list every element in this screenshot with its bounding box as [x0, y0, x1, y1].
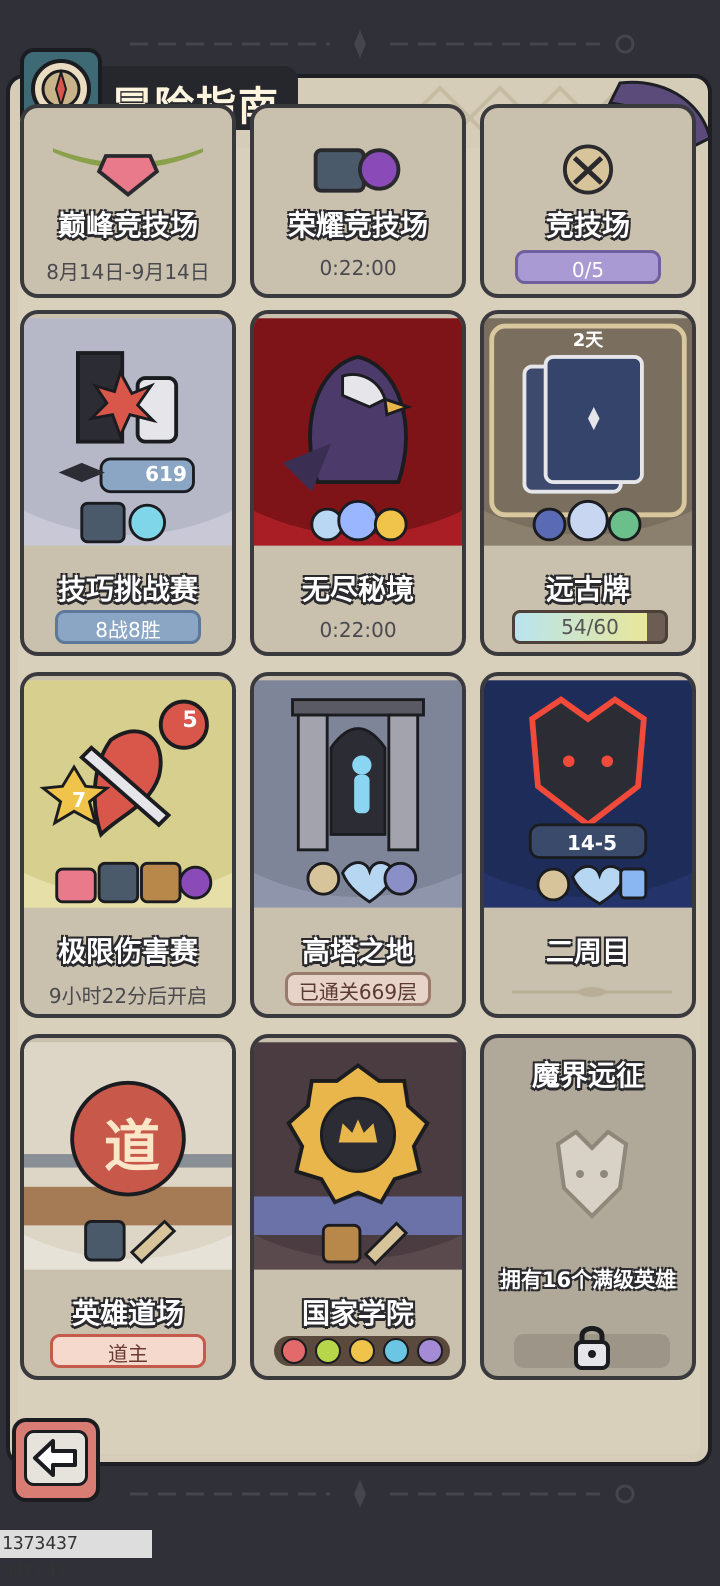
- card-title: 无尽秘境: [301, 573, 414, 606]
- card-progress-bar: 54/60: [512, 610, 668, 644]
- card-title: 技巧挑战赛: [57, 573, 198, 606]
- peak-arena-art: [24, 109, 232, 203]
- unlock-requirement: 拥有16个满级英雄: [499, 1268, 677, 1292]
- card-title: 远古牌: [545, 573, 630, 606]
- card-title: 二周目: [545, 935, 630, 968]
- glory-arena-art: [254, 109, 462, 203]
- academy-orbs: [272, 1334, 452, 1368]
- arena-swords-icon: [484, 109, 692, 203]
- rank-pill: 道主: [50, 1334, 206, 1368]
- card-title: 荣耀竞技场: [287, 209, 428, 242]
- progress-text: 54/60: [561, 615, 619, 639]
- wolf-icon: [555, 1129, 629, 1219]
- endless-realm-art: [254, 318, 462, 546]
- card-title: 高塔之地: [301, 935, 414, 968]
- card-second-round[interactable]: 14-5 二周目: [480, 672, 696, 1018]
- card-demon-expedition: 魔界远征 拥有16个满级英雄: [480, 1034, 696, 1380]
- card-skill-challenge[interactable]: 619 技巧挑战赛 8战8胜: [20, 310, 236, 656]
- card-title: 竞技场: [545, 209, 630, 242]
- card-arena[interactable]: 竞技场 0/5: [480, 104, 696, 298]
- card-title: 魔界远征: [531, 1059, 644, 1092]
- card-timer: 0:22:00: [319, 618, 397, 642]
- card-tower[interactable]: 高塔之地 已通关669层: [250, 672, 466, 1018]
- card-hero-dojo[interactable]: 道 英雄道场 道主: [20, 1034, 236, 1380]
- skill-challenge-art: [24, 318, 232, 546]
- stage-badge: 14-5: [566, 831, 618, 855]
- arena-attempts-pill: 0/5: [515, 250, 661, 284]
- second-round-art: [484, 680, 692, 908]
- national-academy-art: [254, 1042, 462, 1270]
- dojo-emblem-text: 道: [104, 1115, 160, 1180]
- card-open-time: 9小时22分后开启: [48, 984, 208, 1008]
- card-date: 8月14日-9月14日: [46, 260, 210, 284]
- card-title: 国家学院: [301, 1297, 414, 1330]
- card-peak-arena[interactable]: 巅峰竞技场 8月14日-9月14日: [20, 104, 236, 298]
- lock-icon: [574, 1326, 610, 1370]
- bottom-decoration: [130, 1480, 635, 1508]
- time-left-label: 2天: [572, 330, 604, 351]
- card-title: 极限伤害赛: [57, 935, 198, 968]
- card-timer: 0:22:00: [319, 256, 397, 280]
- card-endless-realm[interactable]: 无尽秘境 0:22:00: [250, 310, 466, 656]
- star-level-badge: 7: [72, 788, 86, 812]
- score-badge: 619: [145, 462, 187, 486]
- card-glory-arena[interactable]: 荣耀竞技场 0:22:00: [250, 104, 466, 298]
- tower-art: [254, 680, 462, 908]
- card-title: 英雄道场: [71, 1297, 184, 1330]
- card-title: 巅峰竞技场: [57, 209, 198, 242]
- round-badge: 5: [182, 708, 198, 733]
- ornament-divider: [512, 987, 672, 997]
- floor-cleared-pill: 已通关669层: [285, 972, 431, 1006]
- build-id-label: 1373437 94fc47: [0, 1530, 152, 1582]
- win-record-pill: 8战8胜: [55, 610, 201, 644]
- card-ancient-cards[interactable]: 2天 远古牌 54/60: [480, 310, 696, 656]
- card-national-academy[interactable]: 国家学院: [250, 1034, 466, 1380]
- card-max-damage[interactable]: 7 5 极限伤害赛 9小时22分后开启: [20, 672, 236, 1018]
